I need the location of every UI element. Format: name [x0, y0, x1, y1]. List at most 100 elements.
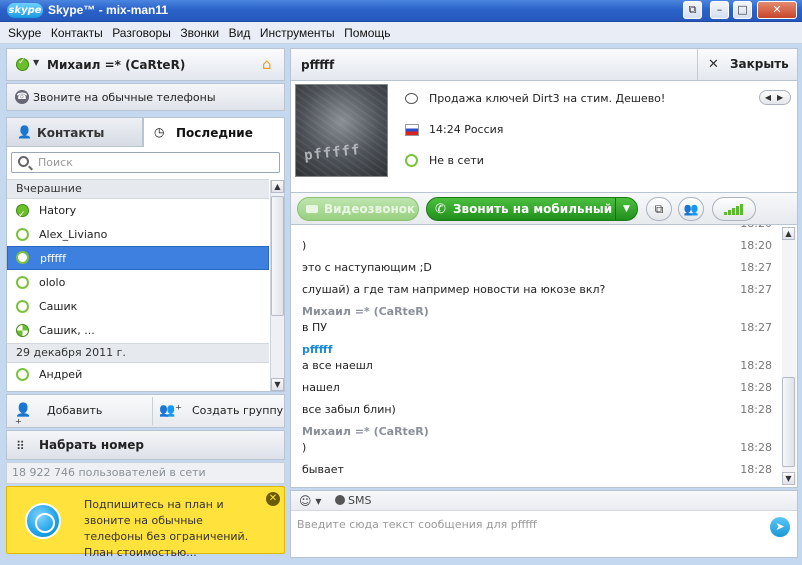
- message-row: слушай) а где там например новости на юк…: [302, 281, 772, 299]
- contact-name: Сашик, ...: [39, 324, 95, 337]
- call-quality-button[interactable]: [712, 197, 756, 221]
- status-dropdown-icon[interactable]: ▼: [33, 58, 39, 67]
- message-sender: pfffff: [302, 343, 333, 356]
- signal-strength-icon: [724, 203, 744, 215]
- menu-conversations[interactable]: Разговоры: [109, 22, 174, 44]
- message-input[interactable]: [297, 515, 757, 533]
- menu-tools[interactable]: Инструменты: [257, 22, 338, 44]
- add-people-button[interactable]: 👥: [678, 197, 704, 221]
- add-contact-button[interactable]: 👤⁺ Добавить контакт: [15, 395, 152, 450]
- online-check-icon[interactable]: [16, 57, 29, 71]
- message-row: в ПУ 18:27: [302, 319, 772, 337]
- tab-recent[interactable]: ◷ Последние: [143, 117, 285, 147]
- restore-button[interactable]: ⧉: [683, 1, 702, 19]
- scroll-down-arrow-icon[interactable]: ▼: [271, 378, 284, 391]
- chat-panel: pfffff ✕ Закрыть pfffff Продажа ключей D…: [290, 48, 798, 558]
- scroll-down-arrow-icon[interactable]: ▼: [782, 472, 795, 485]
- message-text: ): [302, 239, 307, 252]
- scroll-up-arrow-icon[interactable]: ▲: [271, 180, 284, 193]
- send-message-icon[interactable]: ➤: [770, 517, 790, 537]
- message-text: бывает: [302, 463, 344, 476]
- input-toolbar: ☺ ▾ SMS: [291, 491, 797, 511]
- video-call-button[interactable]: Видеозвонок: [297, 197, 419, 221]
- close-icon[interactable]: ✕: [266, 492, 280, 506]
- call-phones-label: Звоните на обычные телефоны: [33, 91, 216, 104]
- home-icon[interactable]: ⌂: [262, 56, 278, 72]
- message-text: слушай) а где там например новости на юк…: [302, 283, 606, 296]
- search-box: [11, 152, 280, 173]
- promo-banner[interactable]: Подпишитесь на план и звоните на обычные…: [6, 486, 285, 559]
- minimize-button[interactable]: –: [710, 1, 729, 19]
- call-mobile-button[interactable]: ✆ Звонить на мобильный ▼: [426, 197, 638, 221]
- screen-share-button[interactable]: ⧉: [646, 197, 672, 221]
- list-item-selected[interactable]: pfffff: [7, 246, 269, 270]
- menu-contacts[interactable]: Контакты: [48, 22, 106, 44]
- message-history: 18:20 ) 18:20 это с наступающим ;D 18:27…: [290, 225, 798, 488]
- chevron-down-icon[interactable]: ▼: [615, 198, 637, 220]
- avatar[interactable]: pfffff: [295, 84, 388, 177]
- tab-contacts-label: Контакты: [37, 126, 105, 140]
- menu-view[interactable]: Вид: [226, 22, 254, 44]
- menu-help[interactable]: Помощь: [341, 22, 393, 44]
- clock-icon: ◷: [154, 125, 165, 139]
- list-item[interactable]: Сашик, ...: [7, 319, 269, 343]
- message-time: 18:28: [740, 463, 772, 476]
- list-item[interactable]: ololo: [7, 271, 269, 295]
- online-users-count: 18 922 746 пользователей в сети: [6, 462, 285, 484]
- message-scrollbar[interactable]: ▲ ▼: [782, 227, 796, 485]
- contact-name: Alex_Liviano: [39, 228, 108, 241]
- close-chat-button[interactable]: ✕ Закрыть: [697, 49, 797, 80]
- dialpad-icon: ⠿: [16, 439, 25, 453]
- message-row: а все наешл 18:28: [302, 357, 772, 375]
- menu-bar: Skype Контакты Разговоры Звонки Вид Инст…: [0, 22, 802, 44]
- list-item[interactable]: Hatory: [7, 199, 269, 227]
- close-window-button[interactable]: ✕: [757, 1, 797, 19]
- message-text: нашел: [302, 381, 340, 394]
- create-group-button[interactable]: 👥⁺ Создать группу: [159, 395, 284, 427]
- message-time: 18:20: [740, 225, 772, 233]
- message-time: 18:27: [740, 283, 772, 296]
- contact-list-scrollbar[interactable]: ▲ ▼: [270, 180, 284, 391]
- sms-label: SMS: [348, 494, 372, 507]
- message-text: это с наступающим ;D: [302, 261, 432, 274]
- people-icon: 👥: [683, 202, 699, 216]
- card-nav-arrows[interactable]: ◀▶: [759, 90, 791, 105]
- message-time: 18:27: [740, 261, 772, 274]
- message-row: это с наступающим ;D 18:27: [302, 259, 772, 277]
- contact-list-pane: Вчерашние Hatory Alex_Liviano pfffff olo…: [6, 147, 285, 392]
- message-row: ) 18:28: [302, 439, 772, 457]
- call-phones-button[interactable]: ☎ Звоните на обычные телефоны: [6, 83, 285, 111]
- menu-skype[interactable]: Skype: [5, 22, 44, 44]
- dial-number-button[interactable]: ⠿ Набрать номер: [6, 430, 285, 460]
- scroll-thumb[interactable]: [782, 377, 795, 467]
- tab-contacts[interactable]: 👤 Контакты: [6, 117, 143, 147]
- message-text: в ПУ: [302, 321, 327, 334]
- skype-globe-icon: [25, 503, 61, 539]
- offline-status-icon: [16, 300, 29, 313]
- scroll-up-arrow-icon[interactable]: ▲: [782, 227, 795, 240]
- contact-tabs: 👤 Контакты ◷ Последние: [6, 117, 285, 147]
- message-time: 18:28: [740, 381, 772, 394]
- chat-title: pfffff: [301, 58, 335, 72]
- contact-name: Hatory: [39, 204, 77, 217]
- menu-calls[interactable]: Звонки: [177, 22, 222, 44]
- avatar-text: pfffff: [303, 142, 362, 164]
- emoticon-icon[interactable]: ☺ ▾: [299, 494, 321, 508]
- message-row: ) 18:20: [302, 237, 772, 255]
- list-item[interactable]: Alex_Liviano: [7, 223, 269, 247]
- message-input-area: ☺ ▾ SMS ➤: [290, 490, 798, 558]
- list-item[interactable]: Андрей: [7, 363, 269, 387]
- sms-button[interactable]: SMS: [335, 494, 371, 507]
- contact-name: Андрей: [39, 368, 83, 381]
- offline-status-icon: [16, 251, 29, 264]
- list-item[interactable]: Сашик: [7, 295, 269, 319]
- maximize-button[interactable]: □: [733, 1, 752, 19]
- offline-status-icon: [16, 368, 29, 381]
- window-title: Skype™ - mix-man11: [48, 3, 169, 17]
- profile-name: Михаил =* (CaRteR): [47, 58, 186, 72]
- scroll-thumb[interactable]: [271, 196, 284, 316]
- search-input[interactable]: [38, 155, 268, 170]
- message-time: 18:27: [740, 321, 772, 334]
- contact-actions-bar: 👤⁺ Добавить контакт 👥⁺ Создать группу: [6, 394, 285, 450]
- profile-bar[interactable]: ▼ Михаил =* (CaRteR) ⌂: [6, 48, 285, 81]
